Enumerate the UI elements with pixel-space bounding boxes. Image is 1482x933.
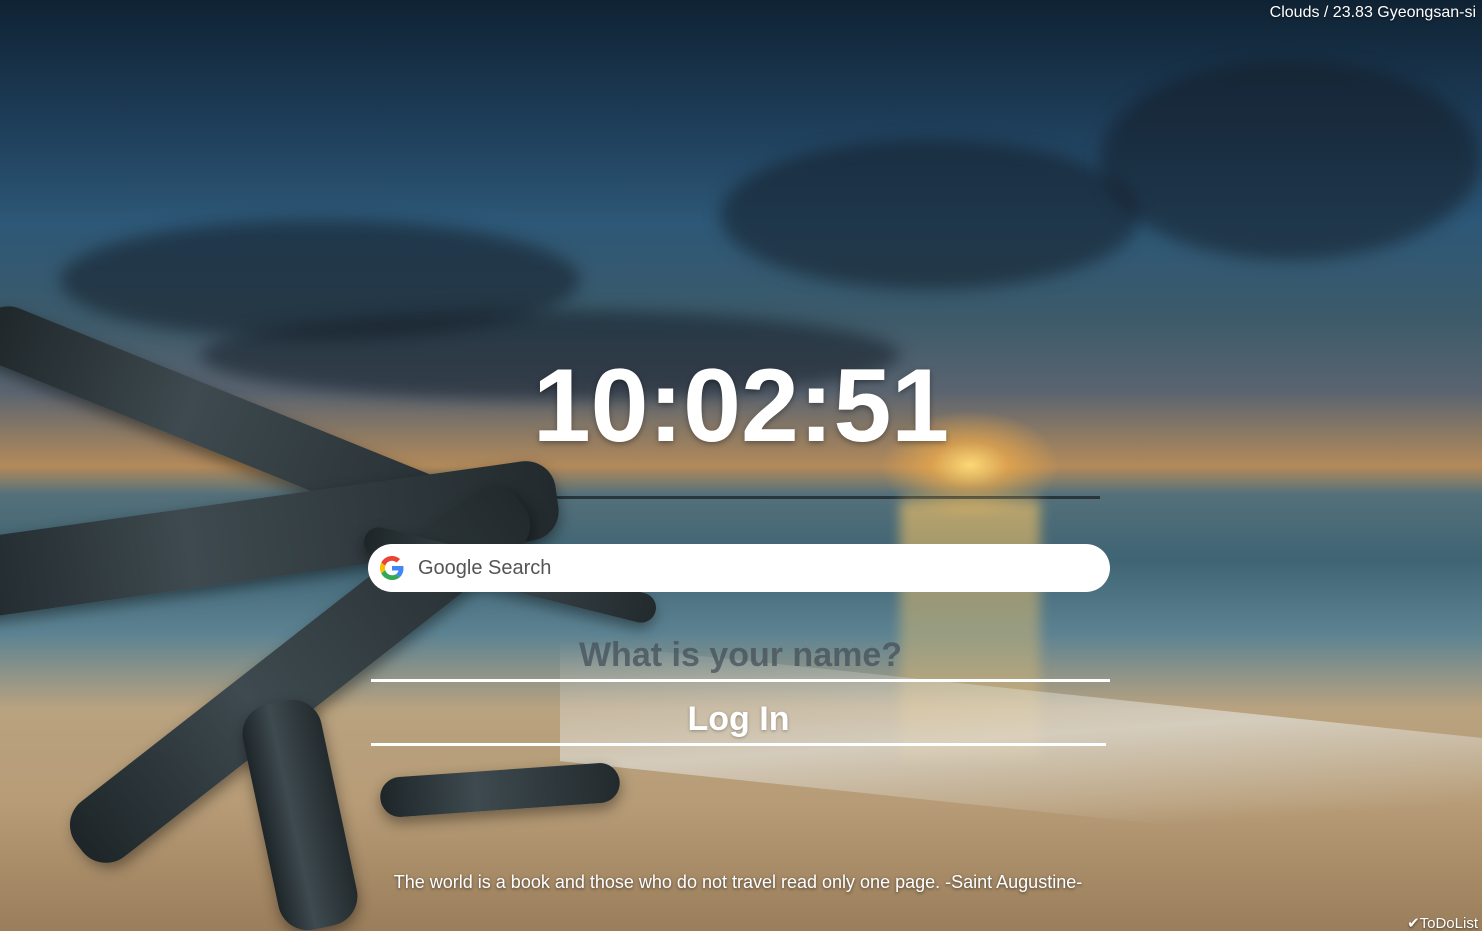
login-button[interactable]: Log In [371, 696, 1106, 746]
clock: 10:02:51 [532, 348, 950, 464]
todo-list-button[interactable]: ✔ToDoList [1407, 914, 1478, 932]
google-search-bar[interactable] [368, 544, 1110, 592]
cloud-decoration [720, 140, 1140, 290]
horizon-line [540, 496, 1100, 499]
google-g-icon [380, 556, 404, 580]
quote-text: The world is a book and those who do not… [393, 872, 1083, 892]
name-input[interactable] [371, 632, 1110, 682]
search-input[interactable] [416, 555, 1094, 581]
weather-info: Clouds / 23.83 Gyeongsan-si [1269, 4, 1476, 21]
new-tab-page: Clouds / 23.83 Gyeongsan-si 10:02:51 Log… [0, 0, 1482, 933]
cloud-decoration [1100, 60, 1480, 260]
